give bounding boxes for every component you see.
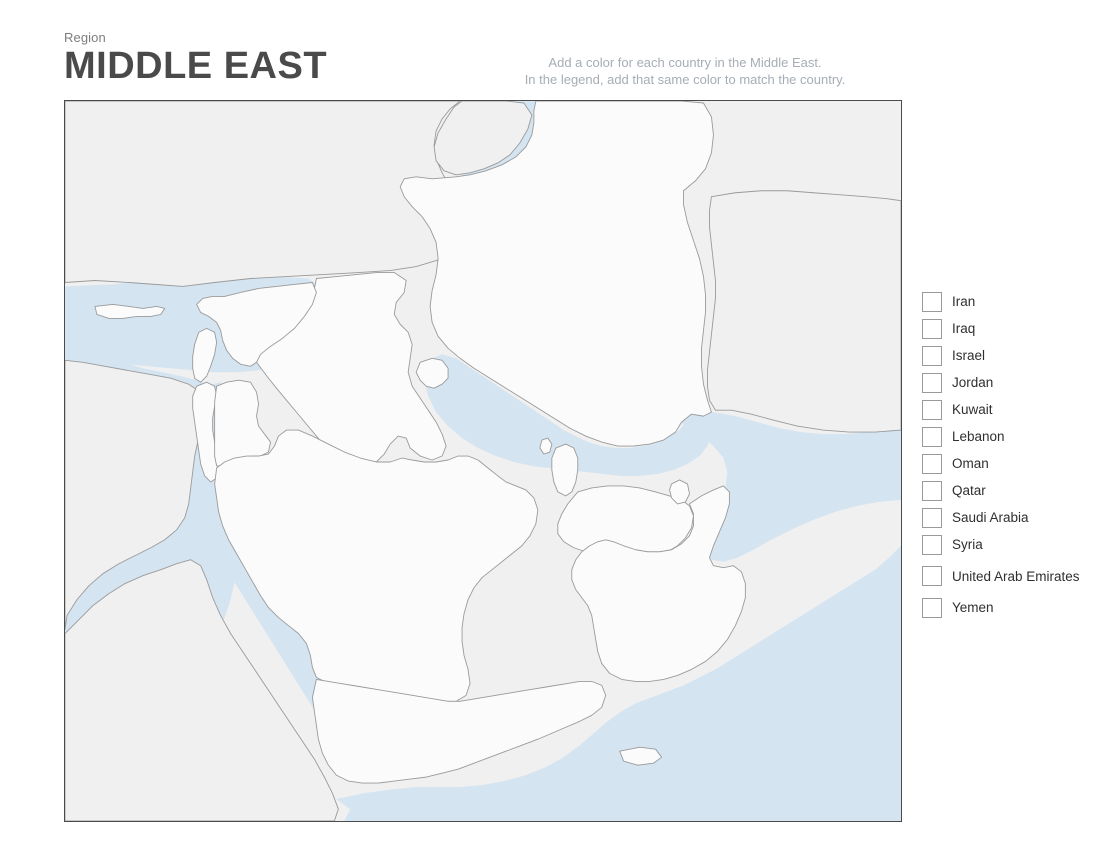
legend-swatch-iran[interactable] [922,291,942,312]
legend-swatch-kuwait[interactable] [922,399,942,420]
legend-swatch-yemen[interactable] [922,597,942,618]
instruction-line-2: In the legend, add that same color to ma… [524,72,846,87]
legend-item-qatar[interactable]: Qatar [922,477,1094,504]
legend-item-lebanon[interactable]: Lebanon [922,423,1094,450]
title-block: Region MIDDLE EAST [64,30,327,88]
legend-label-iraq: Iraq [952,321,976,336]
legend-item-jordan[interactable]: Jordan [922,369,1094,396]
legend-label-lebanon: Lebanon [952,429,1005,444]
middle-east-map[interactable]: .w { fill:#d4e4f1; stroke:none; } .lo { … [65,101,901,821]
page-kicker: Region [64,30,106,45]
map-frame[interactable]: .w { fill:#d4e4f1; stroke:none; } .lo { … [64,100,902,822]
instruction-line-1: Add a color for each country in the Midd… [548,55,822,70]
legend-label-united-arab-emirates: United Arab Emirates [952,568,1080,584]
legend-label-syria: Syria [952,537,983,552]
legend-label-jordan: Jordan [952,375,994,390]
legend-swatch-oman[interactable] [922,453,942,474]
legend-swatch-united-arab-emirates[interactable] [922,566,942,586]
legend-swatch-israel[interactable] [922,345,942,366]
legend-label-israel: Israel [952,348,986,363]
legend-label-oman: Oman [952,456,989,471]
legend-item-kuwait[interactable]: Kuwait [922,396,1094,423]
page-header: Region MIDDLE EAST Add a color for each … [0,0,1100,100]
legend-label-kuwait: Kuwait [952,402,993,417]
legend-label-yemen: Yemen [952,600,994,615]
legend-swatch-iraq[interactable] [922,318,942,339]
legend-label-qatar: Qatar [952,483,986,498]
legend-item-yemen[interactable]: Yemen [922,594,1094,621]
instruction-text: Add a color for each country in the Midd… [450,54,920,88]
legend-swatch-lebanon[interactable] [922,426,942,447]
legend-item-israel[interactable]: Israel [922,342,1094,369]
legend-swatch-jordan[interactable] [922,372,942,393]
legend-swatch-syria[interactable] [922,534,942,555]
east-neighbors-outline [707,190,901,433]
legend-item-iraq[interactable]: Iraq [922,315,1094,342]
legend-item-oman[interactable]: Oman [922,450,1094,477]
legend-label-saudi-arabia: Saudi Arabia [952,510,1029,525]
legend-swatch-saudi-arabia[interactable] [922,507,942,528]
legend-item-saudi-arabia[interactable]: Saudi Arabia [922,504,1094,531]
map-legend: Iran Iraq Israel Jordan Kuwait Lebanon O… [922,288,1094,621]
legend-item-iran[interactable]: Iran [922,288,1094,315]
legend-swatch-qatar[interactable] [922,480,942,501]
legend-item-united-arab-emirates[interactable]: United Arab Emirates [922,558,1094,594]
page-title: MIDDLE EAST [64,45,328,87]
legend-label-iran: Iran [952,294,976,309]
legend-item-syria[interactable]: Syria [922,531,1094,558]
